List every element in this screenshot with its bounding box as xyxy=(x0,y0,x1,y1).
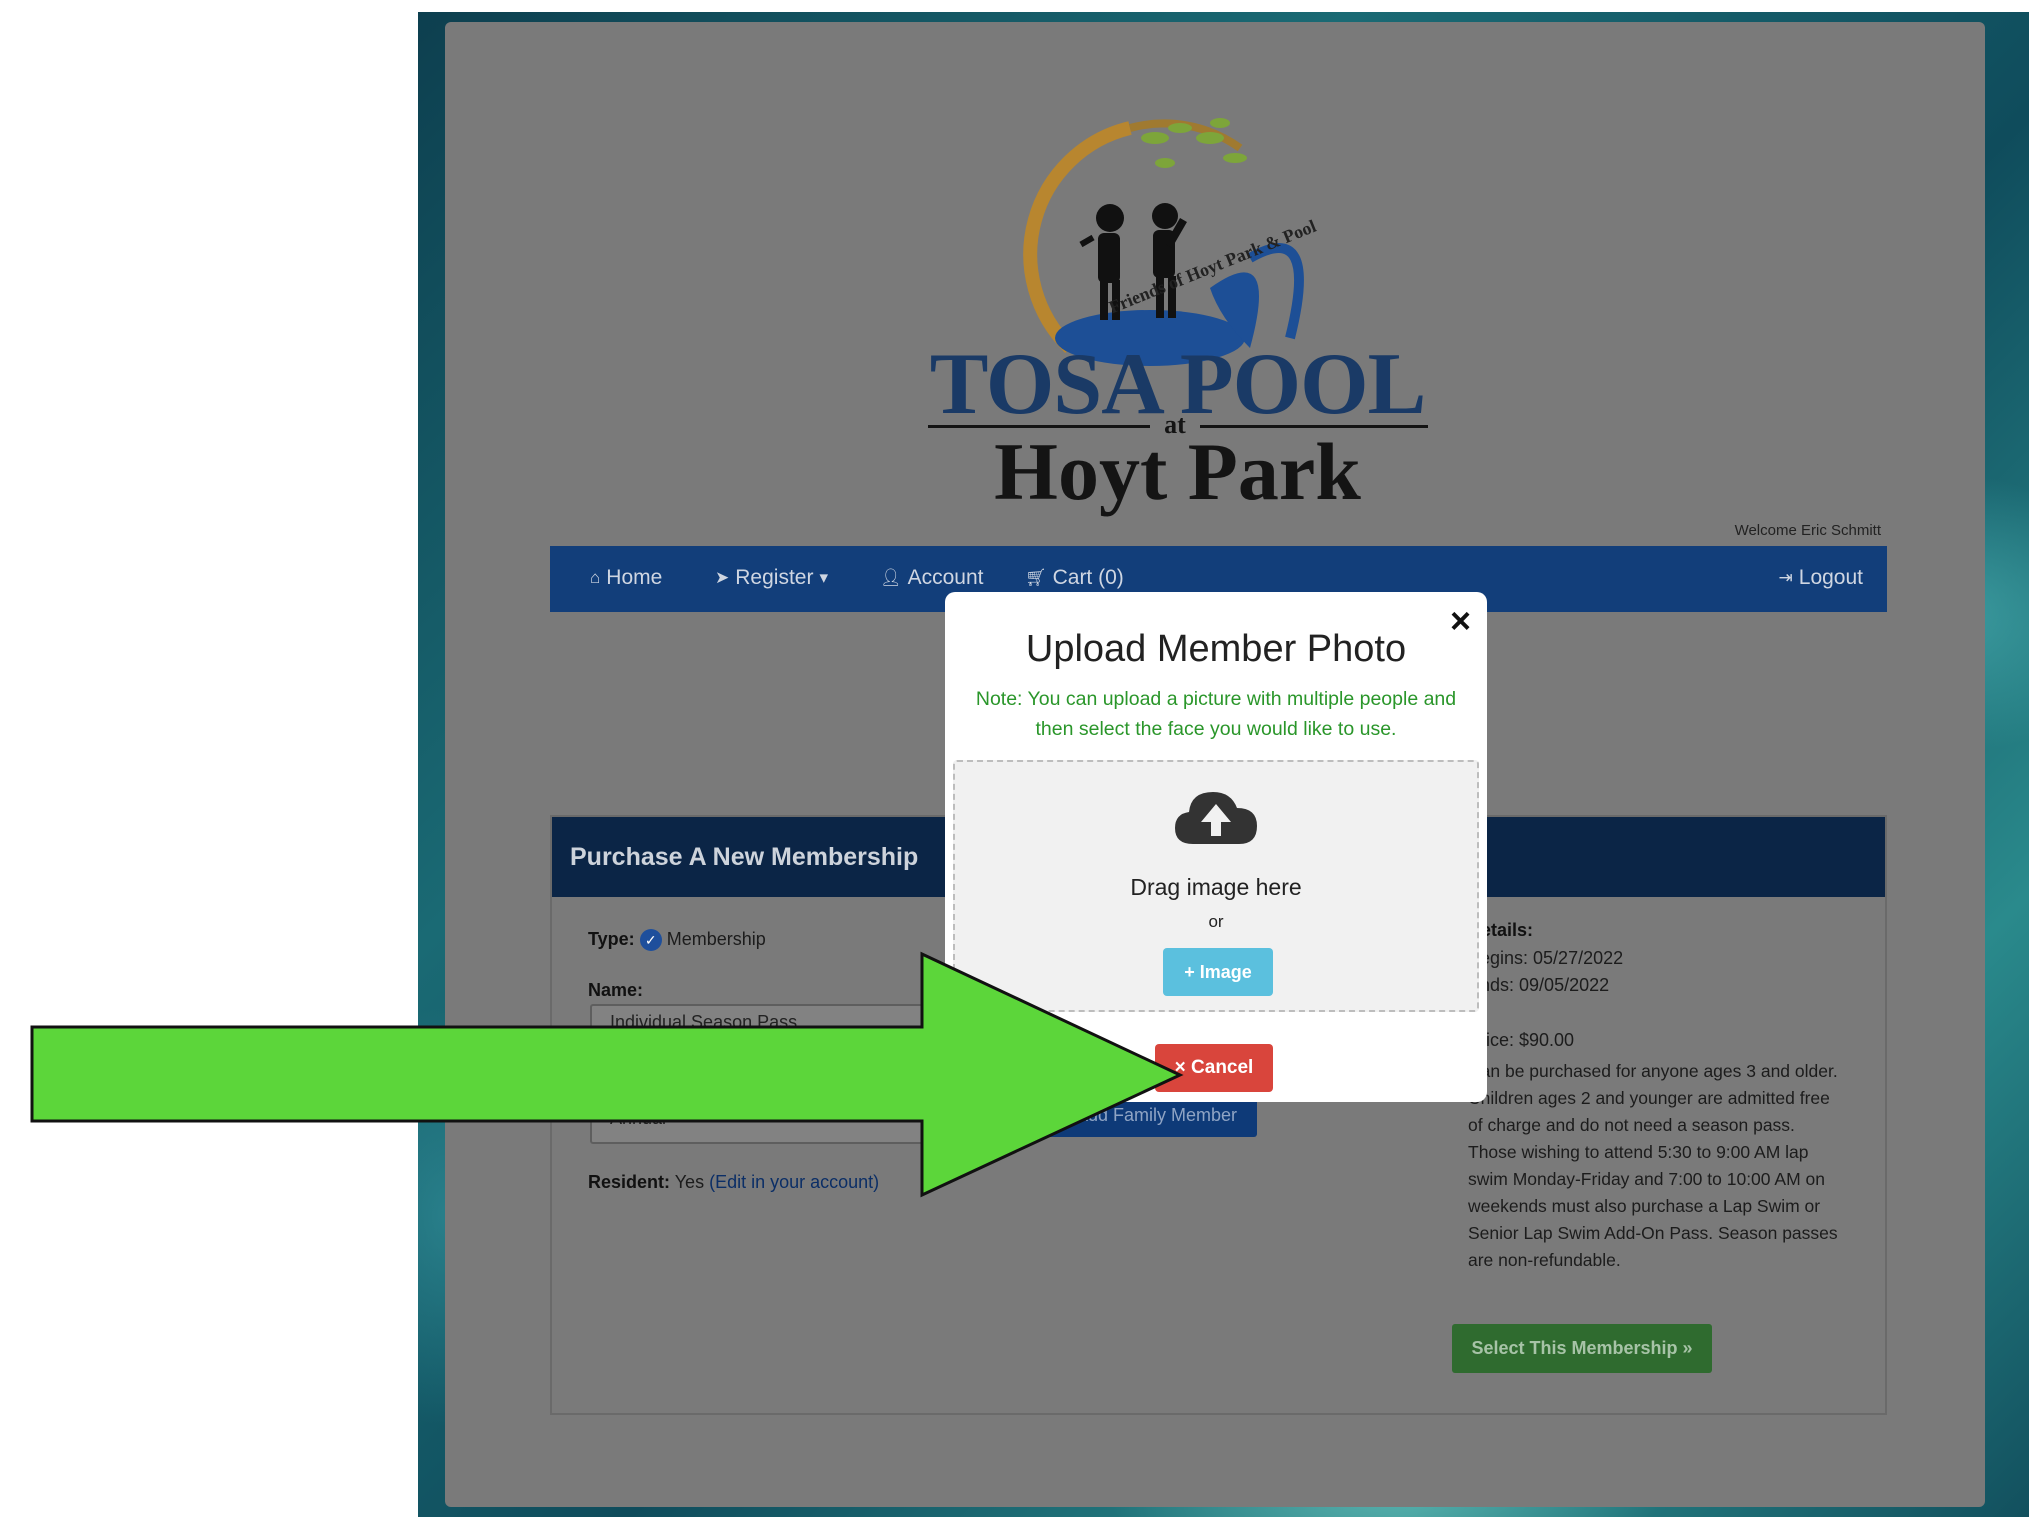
check-circle-icon: ✓ xyxy=(639,929,662,952)
logo-title-line2: Hoyt Park xyxy=(994,426,1361,517)
resident-value: Yes xyxy=(674,1172,705,1192)
type-label: Type: xyxy=(588,929,635,949)
name-label: Name: xyxy=(588,980,644,1000)
term-select[interactable]: Annual xyxy=(590,1100,940,1144)
user-icon: 👤︎ xyxy=(880,568,902,587)
cancel-button[interactable]: × Cancel xyxy=(1155,1044,1273,1092)
cloud-upload-icon xyxy=(1175,792,1257,844)
name-select[interactable]: Individual Season Pass xyxy=(590,1004,940,1046)
ends-date: Ends: 09/05/2022 xyxy=(1468,975,1610,995)
drag-image-text: Drag image here xyxy=(1130,874,1302,900)
nav-home-label: Home xyxy=(606,566,663,589)
cart-icon: 🛒︎ xyxy=(1025,568,1047,587)
nav-account-label: Account xyxy=(907,566,984,589)
nav-account[interactable]: 👤︎ Account xyxy=(880,566,983,590)
nav-logout[interactable]: ⇥ Logout xyxy=(1779,566,1863,590)
nav-register[interactable]: ➤ Register ▾ xyxy=(715,566,828,590)
welcome-text: Welcome Eric Schmitt xyxy=(1734,522,1881,539)
home-icon: ⌂ xyxy=(590,568,601,587)
modal-title: Upload Member Photo xyxy=(1025,628,1407,670)
nav-cart[interactable]: 🛒︎ Cart (0) xyxy=(1025,566,1124,590)
modal-note: Note: You can upload a picture with mult… xyxy=(975,688,1457,740)
select-membership-button[interactable]: Select This Membership » xyxy=(1452,1324,1712,1373)
or-text: or xyxy=(1208,912,1224,931)
add-image-button[interactable]: + Image xyxy=(1163,948,1273,996)
begins-date: Begins: 05/27/2022 xyxy=(1468,948,1624,968)
image-dropzone[interactable]: Drag image here or + Image xyxy=(953,760,1479,1012)
send-icon: ➤ xyxy=(715,568,730,587)
resident-row: Resident: Yes (Edit in your account) xyxy=(588,1172,879,1193)
logout-icon: ⇥ xyxy=(1778,568,1793,587)
upload-photo-modal: × Upload Member Photo Note: You can uplo… xyxy=(945,592,1487,1102)
type-row: Type: ✓ Membership xyxy=(588,929,766,952)
resident-label: Resident: xyxy=(588,1172,671,1192)
nav-home[interactable]: ⌂ Home xyxy=(590,566,662,590)
nav-cart-label: Cart (0) xyxy=(1052,566,1124,589)
nav-register-label: Register xyxy=(735,566,814,589)
edit-account-link[interactable]: (Edit in your account) xyxy=(709,1172,879,1192)
nav-logout-label: Logout xyxy=(1798,566,1863,589)
caret-down-icon: ▾ xyxy=(819,568,828,587)
membership-description: Can be purchased for anyone ages 3 and o… xyxy=(1468,1061,1838,1270)
type-value: Membership xyxy=(666,929,766,949)
